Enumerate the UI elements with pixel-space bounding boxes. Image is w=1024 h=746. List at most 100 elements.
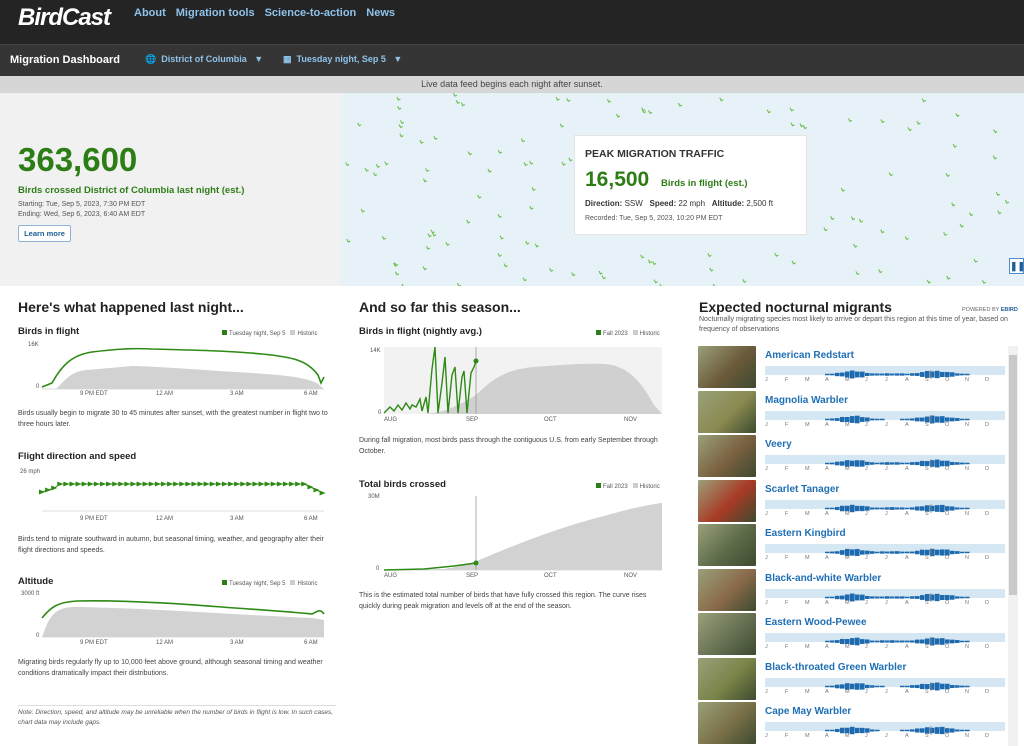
bird-marker xyxy=(364,167,369,172)
frequency-bar xyxy=(830,373,835,376)
species-photo[interactable] xyxy=(698,435,756,477)
bird-marker xyxy=(399,120,405,125)
month-tick: J xyxy=(765,733,768,739)
ebird-logo[interactable]: EBIRD xyxy=(1001,307,1018,313)
frequency-bar xyxy=(870,551,875,554)
frequency-bar xyxy=(955,595,960,599)
frequency-bar xyxy=(955,640,960,643)
direction-arrow xyxy=(69,481,76,487)
month-tick: J xyxy=(765,555,768,561)
frequency-bar xyxy=(915,417,920,421)
species-scrollbar-thumb[interactable] xyxy=(1009,355,1017,595)
nav-about[interactable]: About xyxy=(134,7,166,19)
species-photo[interactable] xyxy=(698,479,756,522)
month-tick: O xyxy=(945,599,950,606)
date-dropdown[interactable]: ▦ Tuesday night, Sep 5 ▼ xyxy=(283,54,402,65)
bird-marker xyxy=(952,143,957,148)
species-name[interactable]: Eastern Kingbird xyxy=(765,528,846,539)
species-photo[interactable] xyxy=(698,568,756,611)
end-time: Ending: Wed, Sep 6, 2023, 6:40 AM EDT xyxy=(18,211,146,218)
direction-arrow xyxy=(179,481,186,487)
altitude-label: Altitude: xyxy=(711,199,745,208)
species-name[interactable]: Eastern Wood-Pewee xyxy=(765,617,867,628)
species-name[interactable]: Veery xyxy=(765,439,792,450)
species-row[interactable]: Veery J F M A M J J A S O N D xyxy=(698,435,1007,479)
bird-marker xyxy=(456,282,462,286)
bird-marker xyxy=(855,271,860,276)
bird-marker xyxy=(375,163,381,168)
frequency-bar xyxy=(920,728,925,733)
birdcast-logo[interactable]: BirdCast xyxy=(18,4,111,32)
species-row[interactable]: Eastern Kingbird J F M A M J J A S O N D xyxy=(698,524,1007,568)
species-name[interactable]: American Redstart xyxy=(765,350,854,361)
species-photo[interactable] xyxy=(698,390,756,433)
species-photo[interactable] xyxy=(698,657,756,700)
frequency-bar xyxy=(935,727,940,734)
frequency-bar xyxy=(875,551,880,554)
frequency-bar xyxy=(840,372,845,377)
species-row[interactable]: Eastern Wood-Pewee J F M A M J J A S O N D xyxy=(698,613,1007,657)
month-tick: J xyxy=(865,421,868,428)
month-tick: S xyxy=(925,733,929,739)
altitude-legend: Tuesday night, Sep 5 Historic xyxy=(222,580,318,587)
frequency-bar xyxy=(840,727,845,734)
direction-arrow xyxy=(264,481,271,487)
frequency-bar xyxy=(825,640,830,643)
species-list[interactable]: American Redstart J F M A M J J A S O N D Magnolia Wa… xyxy=(698,346,1018,746)
direction-arrow xyxy=(118,481,125,487)
month-tick: M xyxy=(845,644,850,650)
frequency-bar xyxy=(935,593,940,601)
top-bar: BirdCast About Migration tools Science-t… xyxy=(0,0,1024,44)
frequency-bar xyxy=(855,594,860,600)
species-row[interactable]: Cape May Warbler J F M A M J J A S O N D xyxy=(698,702,1007,746)
frequency-bar xyxy=(870,506,875,510)
frequency-bar xyxy=(875,507,880,509)
species-photo[interactable] xyxy=(698,613,756,655)
bird-marker xyxy=(907,127,912,132)
month-tick: A xyxy=(905,555,909,561)
species-row[interactable]: American Redstart J F M A M J J A S O N D xyxy=(698,346,1007,390)
species-name[interactable]: Black-throated Green Warbler xyxy=(765,662,906,673)
species-photo[interactable] xyxy=(698,346,756,388)
species-row[interactable]: Black-and-white Warbler J F M A M J J A S O N D xyxy=(698,568,1007,613)
frequency-bar xyxy=(855,682,860,690)
learn-more-button[interactable]: Learn more xyxy=(18,225,71,242)
species-row[interactable]: Black-throated Green Warbler J F M A M J J A S O N D xyxy=(698,657,1007,702)
bird-marker xyxy=(659,283,664,286)
bird-marker xyxy=(955,112,960,117)
bird-marker xyxy=(880,119,885,124)
species-row[interactable]: Scarlet Tanager J F M A M J J A S O N D xyxy=(698,479,1007,524)
bird-marker xyxy=(946,275,951,280)
species-row[interactable]: Magnolia Warbler J F M A M J J A S O N D xyxy=(698,390,1007,435)
species-name[interactable]: Black-and-white Warbler xyxy=(765,573,881,584)
frequency-bar xyxy=(920,372,925,377)
month-tick: J xyxy=(885,466,888,472)
bird-marker xyxy=(853,243,858,248)
species-photo[interactable] xyxy=(698,524,756,566)
nav-news[interactable]: News xyxy=(366,7,395,19)
bird-marker xyxy=(616,113,621,118)
frequency-bar xyxy=(905,685,910,687)
bird-marker xyxy=(850,216,856,221)
species-name[interactable]: Cape May Warbler xyxy=(765,706,851,717)
bird-marker xyxy=(904,236,909,241)
nav-migration-tools[interactable]: Migration tools xyxy=(176,7,255,19)
frequency-bar xyxy=(865,595,870,599)
species-name[interactable]: Magnolia Warbler xyxy=(765,395,848,406)
region-dropdown[interactable]: 🌐 District of Columbia ▼ xyxy=(145,54,263,65)
frequency-bar xyxy=(835,417,840,421)
bird-marker xyxy=(943,232,948,237)
bird-marker xyxy=(466,219,471,224)
frequency-bar xyxy=(860,416,865,422)
migrants-subtitle: Nocturnally migrating species most likel… xyxy=(699,316,1008,333)
pause-button[interactable]: ❚❚ xyxy=(1009,258,1024,274)
month-tick: N xyxy=(965,510,969,517)
frequency-bar xyxy=(910,462,915,465)
frequency-bar xyxy=(870,684,875,688)
month-tick: A xyxy=(905,510,909,517)
species-name[interactable]: Scarlet Tanager xyxy=(765,484,839,495)
species-photo[interactable] xyxy=(698,702,756,744)
direction-speed-title: Flight direction and speed xyxy=(18,451,137,462)
nav-science-to-action[interactable]: Science-to-action xyxy=(265,7,357,19)
frequency-bar xyxy=(840,638,845,645)
